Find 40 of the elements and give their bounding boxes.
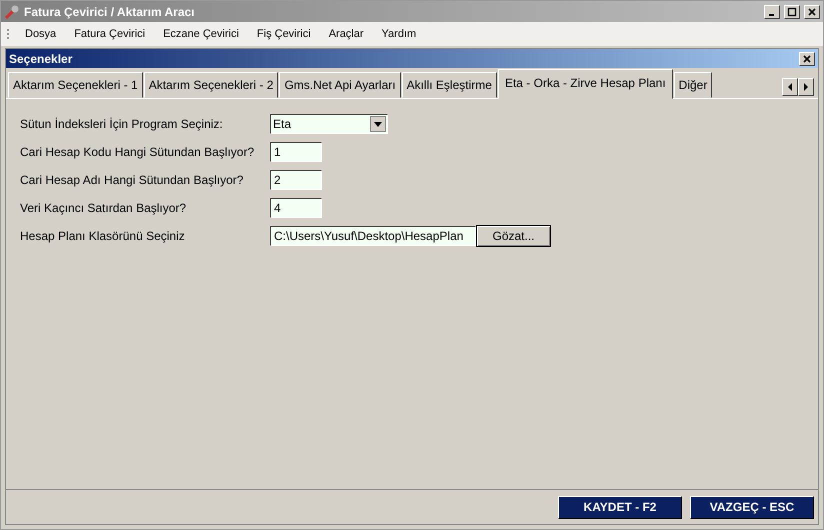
menu-item[interactable]: Fiş Çevirici xyxy=(248,28,320,40)
grip-icon xyxy=(7,28,10,40)
field-label: Cari Hesap Adı Hangi Sütundan Başlıyor? xyxy=(20,173,244,187)
field-label: Hesap Planı Klasörünü Seçiniz xyxy=(20,229,186,243)
action-button[interactable]: VAZGEÇ - ESC xyxy=(690,496,814,518)
program-dropdown[interactable]: Eta xyxy=(270,114,388,134)
menu-item[interactable]: Fatura Çevirici xyxy=(65,28,154,40)
menu-item[interactable]: Yardım xyxy=(372,28,426,40)
left-arrow-icon xyxy=(786,82,794,92)
maximize-button[interactable] xyxy=(784,4,800,18)
close-icon xyxy=(807,6,817,16)
panel-title: Seçenekler xyxy=(9,52,72,66)
tab[interactable]: Aktarım Seçenekleri - 2 xyxy=(144,72,278,98)
minimize-button[interactable] xyxy=(764,4,780,18)
tab[interactable]: Gms.Net Api Ayarları xyxy=(279,72,401,98)
tab[interactable]: Eta - Orka - Zirve Hesap Planı xyxy=(498,69,673,99)
browse-button[interactable]: Gözat... xyxy=(476,225,551,247)
close-button[interactable] xyxy=(799,52,815,66)
input-field[interactable]: 2 xyxy=(270,170,322,190)
field-label: Cari Hesap Kodu Hangi Sütundan Başlıyor? xyxy=(20,145,256,159)
tab[interactable]: Diğer xyxy=(674,72,712,98)
scroll-right-button[interactable] xyxy=(798,78,814,96)
close-icon xyxy=(802,54,812,64)
menu-item[interactable]: Eczane Çevirici xyxy=(154,28,248,40)
right-arrow-icon xyxy=(802,82,810,92)
tab[interactable]: Aktarım Seçenekleri - 1 xyxy=(8,72,143,98)
minimize-icon xyxy=(768,14,774,16)
tab[interactable]: Akıllı Eşleştirme xyxy=(402,72,497,98)
folder-path-field[interactable]: C:\Users\Yusuf\Desktop\HesapPlan xyxy=(270,226,476,246)
menu-item[interactable]: Dosya xyxy=(16,28,66,40)
input-field[interactable]: 4 xyxy=(270,198,322,218)
scroll-left-button[interactable] xyxy=(782,78,798,96)
field-label: Veri Kaçıncı Satırdan Başlıyor? xyxy=(20,201,188,215)
action-button[interactable]: KAYDET - F2 xyxy=(558,496,682,518)
close-button[interactable] xyxy=(804,4,820,18)
window-title: Fatura Çevirici / Aktarım Aracı xyxy=(24,4,195,18)
field-label: Sütun İndeksleri İçin Program Seçiniz: xyxy=(20,117,224,131)
menu-item[interactable]: Araçlar xyxy=(320,28,373,40)
input-field[interactable]: 1 xyxy=(270,142,322,162)
maximize-icon xyxy=(787,6,797,16)
